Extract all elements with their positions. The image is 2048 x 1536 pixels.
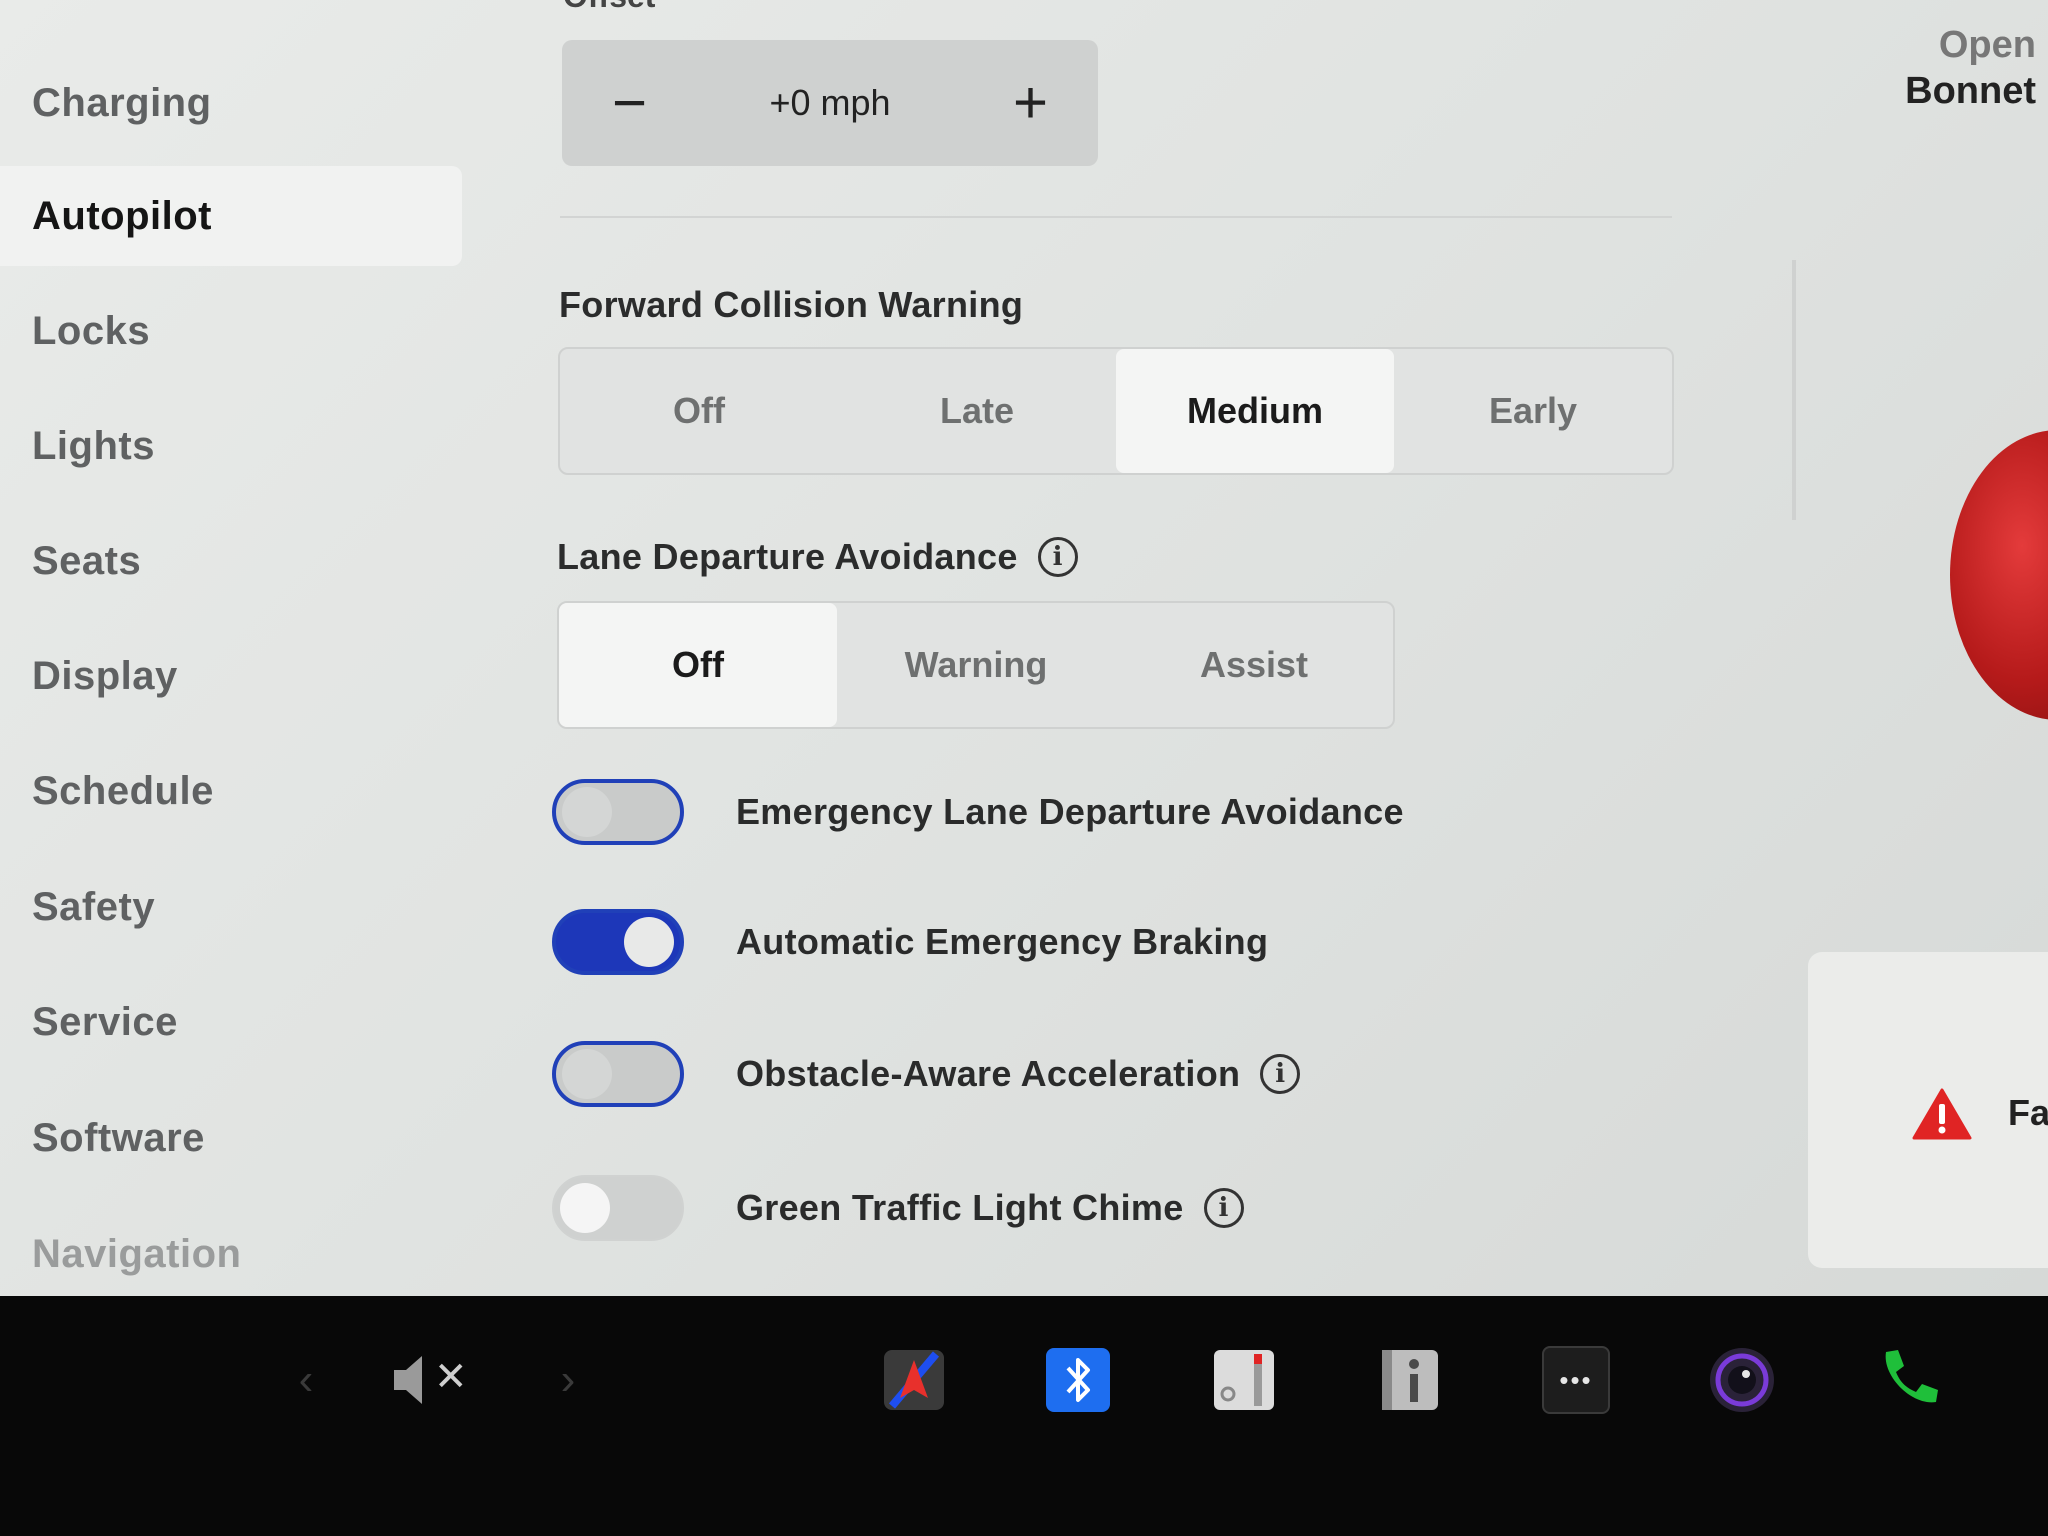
fcw-title-text: Forward Collision Warning (559, 284, 1024, 325)
sidebar-item-label: Navigation (32, 1231, 242, 1276)
bluetooth-button[interactable] (1044, 1340, 1112, 1420)
sidebar-item-label: Software (32, 1115, 205, 1160)
volume-mute-button[interactable]: ✕ (390, 1340, 470, 1420)
sidebar-item-seats[interactable]: Seats (0, 511, 462, 611)
manual-icon (1382, 1350, 1438, 1410)
navigation-icon (884, 1350, 944, 1410)
phone-icon (1885, 1350, 1938, 1403)
sidebar-item-schedule[interactable]: Schedule (0, 741, 462, 841)
sidebar-item-label: Service (32, 999, 178, 1044)
open-bonnet-line2: Bonnet (1905, 70, 2036, 112)
sidebar-item-label: Schedule (32, 768, 214, 813)
toggle-label: Obstacle-Aware Acceleration i (736, 1053, 1301, 1095)
sidebar-item-label: Autopilot (32, 193, 212, 238)
sidebar-item-label: Safety (32, 884, 156, 929)
speed-offset-stepper: − +0 mph + (562, 40, 1098, 166)
alert-text: Fa (2008, 1092, 2048, 1133)
settings-screen: Charging Autopilot Locks Lights Seats Di… (0, 0, 2048, 1296)
sidebar-item-label: Seats (32, 538, 142, 583)
camera-icon (1710, 1348, 1774, 1412)
mute-x-icon: ✕ (434, 1355, 468, 1399)
fcw-option-early[interactable]: Early (1394, 349, 1672, 473)
toggle-row-green-traffic-light-chime: Green Traffic Light Chime i (552, 1168, 1244, 1248)
open-bonnet-line1: Open (1938, 24, 2036, 66)
section-divider (560, 216, 1672, 218)
fcw-title: Forward Collision Warning (559, 284, 1023, 326)
lda-title-text: Lane Departure Avoidance (557, 536, 1018, 577)
toggle-label: Emergency Lane Departure Avoidance (736, 791, 1404, 833)
open-bonnet-button[interactable]: Open Bonnet (1905, 22, 2036, 114)
lda-option-warning[interactable]: Warning (837, 603, 1115, 727)
increase-button[interactable]: + (1013, 73, 1048, 133)
toggle-label-text: Green Traffic Light Chime (736, 1187, 1184, 1228)
sidebar-item-label: Display (32, 653, 178, 698)
toggle-knob (562, 787, 612, 837)
navigation-button[interactable] (880, 1340, 948, 1420)
more-button[interactable]: ••• (1542, 1340, 1610, 1420)
warning-icon (1912, 1088, 1972, 1140)
sidebar-item-autopilot[interactable]: Autopilot (0, 166, 462, 266)
toggle-label: Green Traffic Light Chime i (736, 1187, 1244, 1229)
sidebar-item-label: Lights (32, 423, 155, 468)
toggle-knob (624, 917, 674, 967)
fcw-segmented-control: Off Late Medium Early (558, 347, 1674, 475)
energy-button[interactable] (1210, 1340, 1278, 1420)
speed-offset-value: +0 mph (769, 82, 891, 123)
automatic-emergency-braking-toggle[interactable] (552, 909, 684, 975)
toggle-row-automatic-emergency-braking: Automatic Emergency Braking (552, 902, 1268, 982)
green-traffic-light-chime-toggle[interactable] (552, 1175, 684, 1241)
toggle-label-text: Automatic Emergency Braking (736, 921, 1269, 962)
toggle-knob (560, 1183, 610, 1233)
toggle-label-text: Emergency Lane Departure Avoidance (736, 791, 1404, 832)
lda-option-off[interactable]: Off (559, 603, 837, 727)
sidebar-item-charging[interactable]: Charging (0, 53, 462, 153)
sidebar-item-lights[interactable]: Lights (0, 396, 462, 496)
sidebar-item-navigation[interactable]: Navigation (0, 1204, 462, 1296)
toggle-label-text: Obstacle-Aware Acceleration (736, 1053, 1241, 1094)
toggle-knob (562, 1049, 612, 1099)
volume-next-arrow[interactable]: › (548, 1340, 588, 1420)
toggle-label: Automatic Emergency Braking (736, 921, 1268, 963)
camera-button[interactable] (1706, 1340, 1778, 1420)
sidebar-item-locks[interactable]: Locks (0, 281, 462, 381)
offset-label: Offset (563, 0, 655, 15)
obstacle-aware-acceleration-toggle[interactable] (552, 1041, 684, 1107)
decrease-button[interactable]: − (612, 73, 647, 133)
fcw-option-off[interactable]: Off (560, 349, 838, 473)
energy-icon (1214, 1350, 1274, 1410)
lda-segmented-control: Off Warning Assist (557, 601, 1395, 729)
sidebar-item-safety[interactable]: Safety (0, 857, 462, 957)
bluetooth-icon (1046, 1348, 1110, 1412)
more-icon: ••• (1542, 1346, 1610, 1414)
info-icon[interactable]: i (1203, 1188, 1244, 1228)
sidebar-item-service[interactable]: Service (0, 972, 462, 1072)
sidebar-item-label: Locks (32, 308, 151, 353)
info-icon[interactable]: i (1037, 537, 1078, 577)
lda-title: Lane Departure Avoidance i (557, 536, 1078, 578)
emergency-lane-departure-toggle[interactable] (552, 779, 684, 845)
car-image[interactable] (1950, 430, 2048, 720)
toggle-row-obstacle-aware-acceleration: Obstacle-Aware Acceleration i (552, 1034, 1301, 1114)
phone-button[interactable] (1872, 1340, 1944, 1420)
toggle-row-emergency-lane-departure: Emergency Lane Departure Avoidance (552, 772, 1404, 852)
sidebar: Charging Autopilot Locks Lights Seats Di… (0, 0, 470, 1296)
sidebar-item-software[interactable]: Software (0, 1088, 462, 1188)
sidebar-item-display[interactable]: Display (0, 626, 462, 726)
fcw-option-medium[interactable]: Medium (1116, 349, 1394, 473)
scrollbar[interactable] (1792, 260, 1796, 520)
info-icon[interactable]: i (1260, 1054, 1301, 1094)
manual-button[interactable] (1376, 1340, 1444, 1420)
volume-prev-arrow[interactable]: ‹ (286, 1340, 326, 1420)
fcw-option-late[interactable]: Late (838, 349, 1116, 473)
lda-option-assist[interactable]: Assist (1115, 603, 1393, 727)
sidebar-item-label: Charging (32, 80, 212, 125)
